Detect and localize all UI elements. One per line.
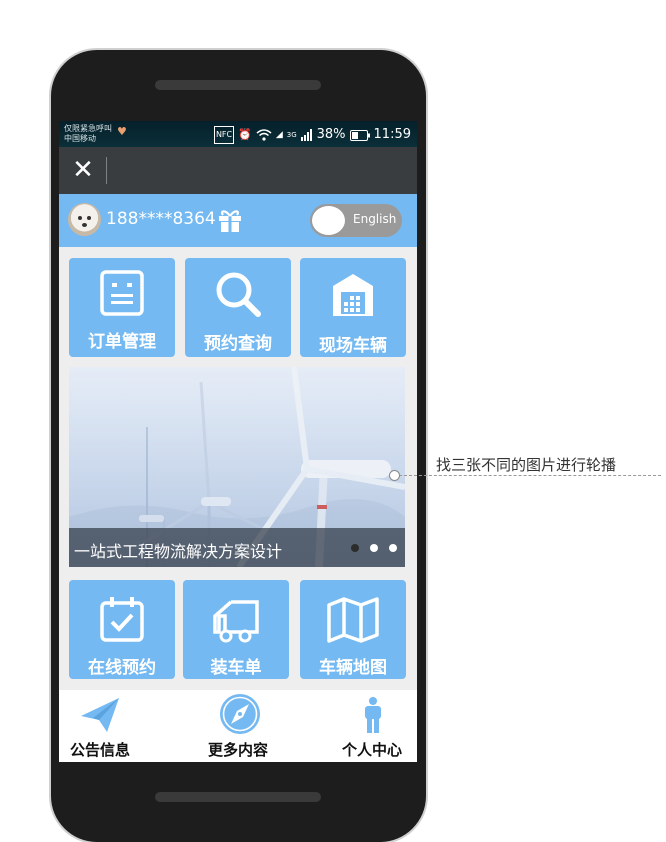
order-list-icon — [100, 270, 144, 316]
emergency-call-text: 仅限紧急呼叫 — [64, 124, 112, 133]
annotation-line — [399, 475, 661, 476]
tile-label: 现场车辆 — [319, 336, 387, 356]
toggle-knob — [312, 206, 345, 235]
wifi-icon — [256, 129, 272, 141]
tile-onsite-vehicles[interactable]: 现场车辆 — [300, 258, 406, 357]
calendar-check-icon — [100, 597, 144, 642]
gift-icon[interactable] — [217, 207, 243, 233]
nav-label: 个人中心 — [341, 741, 402, 759]
title-bar: ✕ — [59, 147, 417, 194]
nav-more-content[interactable]: 更多内容 — [183, 690, 293, 762]
banner-caption: 一站式工程物流解决方案设计 — [74, 542, 283, 561]
close-icon: ✕ — [72, 155, 94, 185]
search-icon — [216, 272, 261, 317]
map-icon — [327, 597, 379, 643]
alarm-icon: ⏰ — [238, 128, 252, 141]
annotation-marker — [389, 470, 400, 481]
compass-icon — [220, 694, 260, 734]
nav-label: 更多内容 — [207, 741, 268, 759]
status-bar: 仅限紧急呼叫 中国移动 ♥ NFC ⏰ ◢ 3G 38% 11:59 — [59, 121, 417, 147]
banner-carousel[interactable]: 一站式工程物流解决方案设计 — [69, 367, 405, 567]
avatar-eye-left — [78, 216, 82, 220]
carrier-name: 中国移动 — [64, 134, 96, 143]
tile-reservation-query[interactable]: 预约查询 — [185, 258, 291, 357]
status-indicators: NFC ⏰ ◢ 3G 38% 11:59 — [213, 126, 411, 144]
carrier-info: 仅限紧急呼叫 中国移动 — [64, 124, 112, 144]
tile-label: 预约查询 — [204, 334, 272, 354]
clock-time: 11:59 — [373, 127, 411, 142]
user-phone-number: 188****8364 — [106, 209, 216, 229]
tile-online-reservation[interactable]: 在线预约 — [69, 580, 175, 679]
avatar-nose — [82, 223, 87, 227]
carousel-dot-2[interactable] — [370, 544, 378, 552]
tile-label: 订单管理 — [88, 332, 156, 352]
avatar-eye-right — [87, 216, 91, 220]
carousel-dot-1[interactable] — [351, 544, 359, 552]
tile-label: 车辆地图 — [319, 658, 387, 678]
app-screen: 仅限紧急呼叫 中国移动 ♥ NFC ⏰ ◢ 3G 38% 11:59 ✕ 188… — [59, 121, 417, 762]
language-toggle[interactable]: English — [310, 204, 402, 237]
person-icon — [365, 697, 381, 733]
warehouse-icon — [333, 274, 373, 316]
user-bar: 188****8364 English — [59, 194, 417, 247]
truck-icon — [213, 600, 259, 643]
banner-caption-bar: 一站式工程物流解决方案设计 — [69, 528, 405, 567]
nav-personal-center[interactable]: 个人中心 — [317, 690, 417, 762]
nfc-icon: NFC — [213, 126, 235, 144]
title-divider — [106, 157, 107, 184]
network-type-icon: 3G — [286, 131, 297, 139]
avatar[interactable] — [68, 203, 101, 236]
heart-rate-icon: ♥ — [117, 125, 127, 138]
signal-icon — [300, 129, 312, 141]
annotation-note: 找三张不同的图片进行轮播 — [436, 456, 617, 474]
paper-plane-icon — [81, 698, 119, 732]
carousel-dot-3[interactable] — [389, 544, 397, 552]
nav-announcements[interactable]: 公告信息 — [59, 690, 155, 762]
phone-home-bar — [155, 792, 321, 802]
bottom-nav: 公告信息 更多内容 个人中心 — [59, 690, 417, 762]
phone-speaker — [155, 80, 321, 90]
tile-label: 在线预约 — [88, 658, 156, 678]
tile-loading-list[interactable]: 装车单 — [183, 580, 289, 679]
tile-vehicle-map[interactable]: 车辆地图 — [300, 580, 406, 679]
close-button[interactable]: ✕ — [69, 156, 97, 184]
battery-icon — [349, 129, 370, 141]
language-toggle-label: English — [353, 212, 397, 226]
tile-order-management[interactable]: 订单管理 — [69, 258, 175, 357]
battery-percent: 38% — [316, 127, 346, 142]
nav-label: 公告信息 — [69, 741, 130, 759]
tile-label: 装车单 — [210, 658, 262, 678]
no-signal-icon: ◢ — [275, 130, 283, 140]
